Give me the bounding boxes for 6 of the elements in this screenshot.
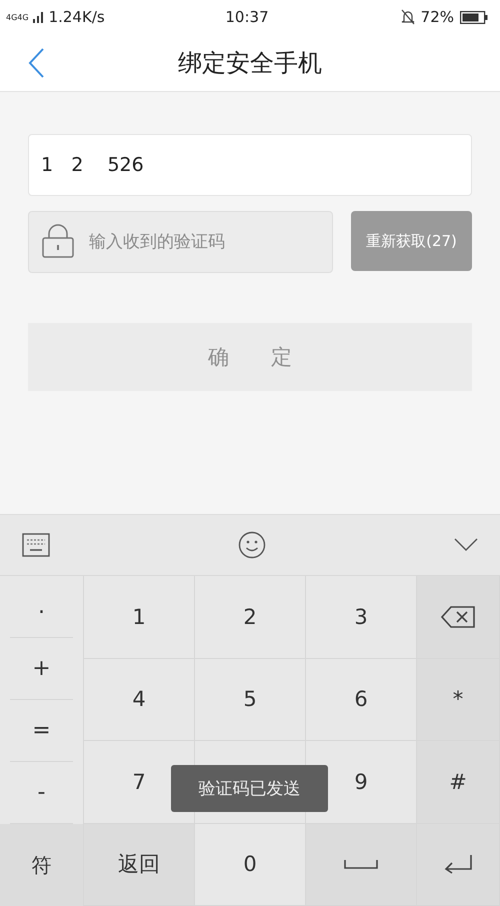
battery-percent: 72%	[420, 8, 454, 26]
network-label: 4G4G	[6, 12, 29, 22]
network-speed: 1.24K/s	[48, 8, 105, 26]
sent-toast: 验证码已发送	[171, 765, 328, 812]
clock-time: 10:37	[225, 8, 269, 26]
page-title: 绑定安全手机	[178, 48, 322, 78]
